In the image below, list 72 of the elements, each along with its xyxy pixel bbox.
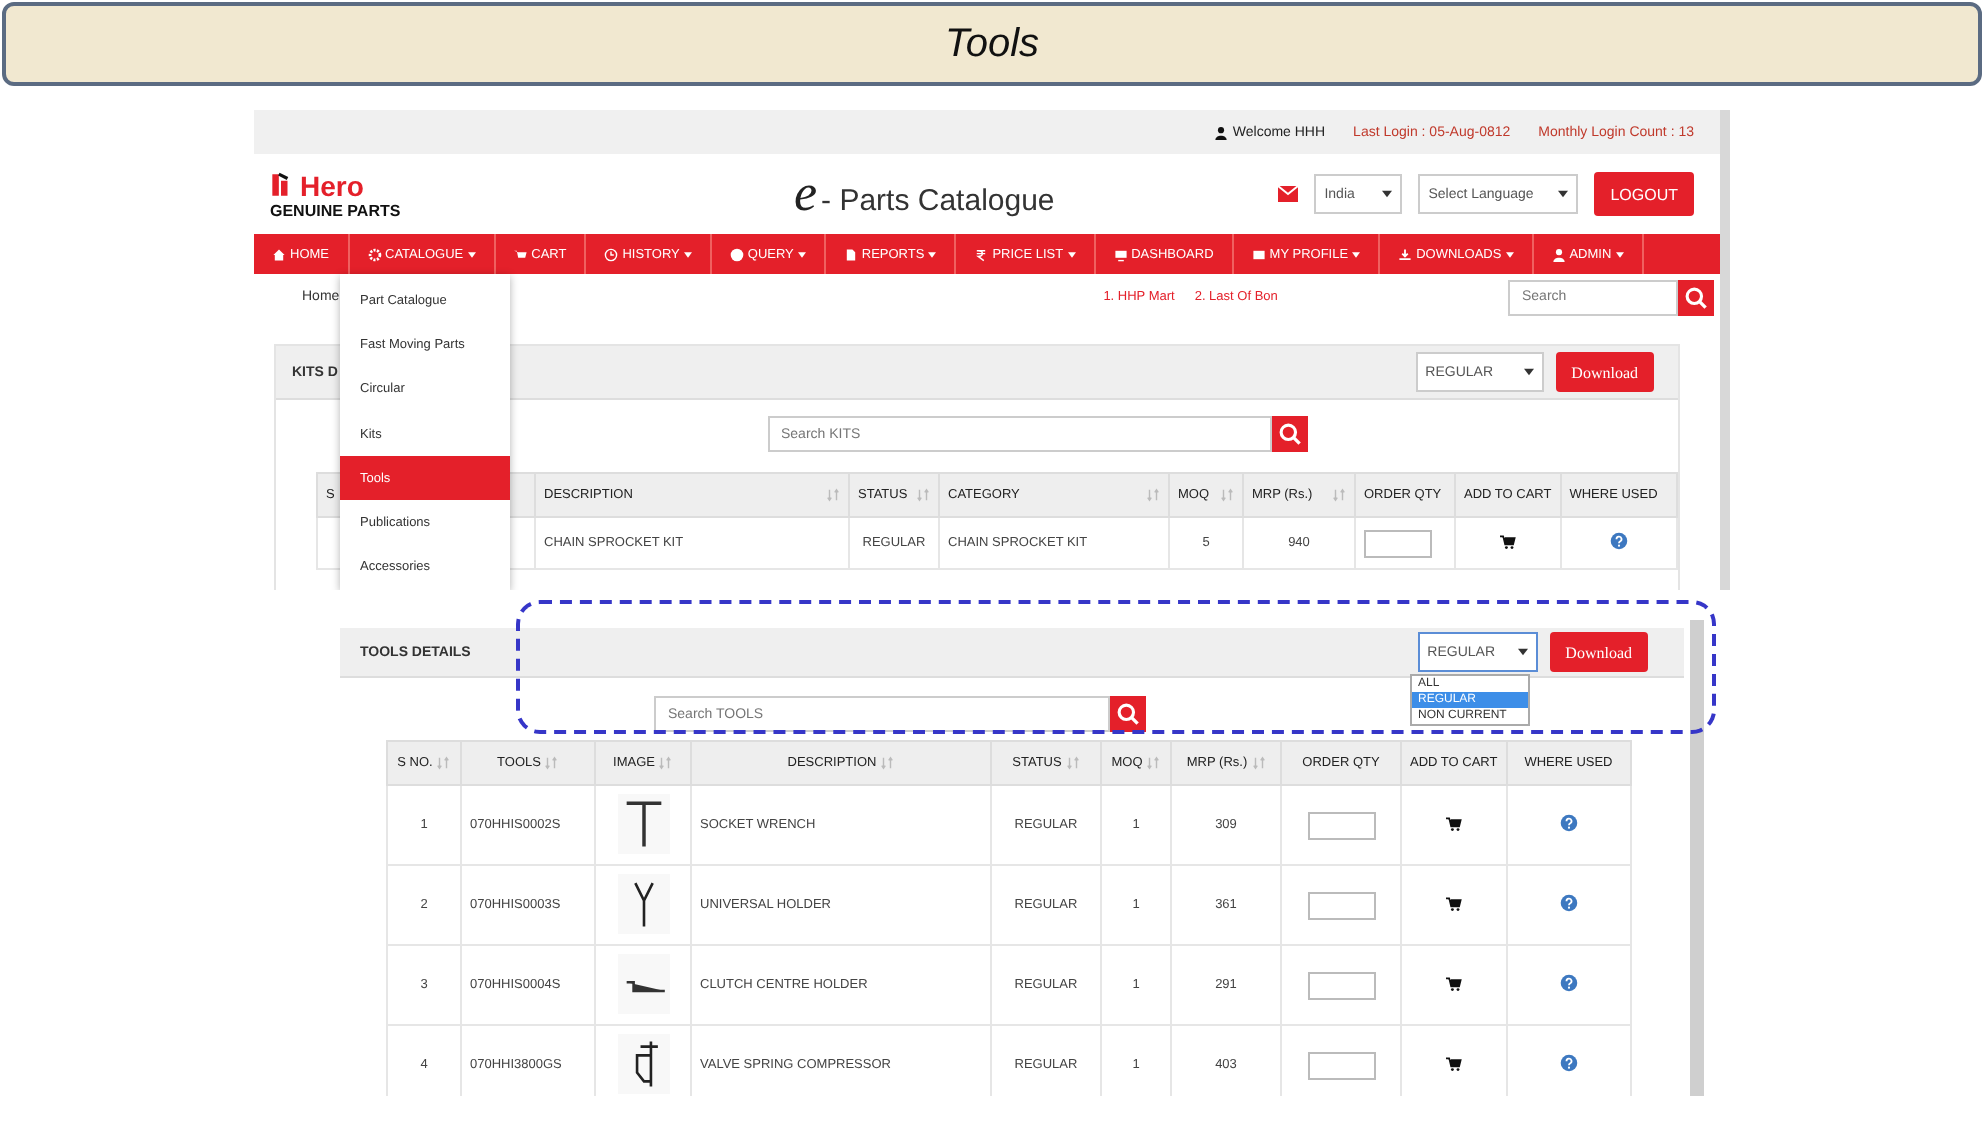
help-icon[interactable] — [1559, 814, 1578, 832]
sort-icon[interactable] — [1065, 756, 1080, 770]
caret-icon — [1615, 251, 1624, 257]
caret-icon — [1517, 648, 1528, 656]
user-icon — [1551, 247, 1566, 261]
monitor-icon — [1113, 247, 1128, 261]
help-icon[interactable] — [1559, 894, 1578, 912]
search-icon — [1116, 702, 1140, 726]
download-icon — [1398, 247, 1413, 261]
sort-icon[interactable] — [826, 488, 840, 502]
quantity-field[interactable] — [1307, 971, 1375, 999]
app-title: - Parts Catalogue — [821, 184, 1055, 218]
logo-mark-icon — [270, 172, 292, 198]
caret-icon — [928, 251, 937, 257]
cart-icon[interactable] — [1445, 975, 1462, 991]
title-mark: e — [794, 164, 818, 224]
sort-icon[interactable] — [544, 756, 559, 770]
search-button[interactable] — [1678, 279, 1714, 315]
download-button[interactable]: Download — [1555, 352, 1654, 392]
search-button[interactable] — [1110, 696, 1146, 732]
cart-icon — [513, 247, 528, 261]
quantity-field[interactable] — [1307, 811, 1375, 839]
rupee-icon — [974, 247, 989, 261]
clock-icon — [604, 247, 619, 261]
card-icon — [1251, 247, 1266, 261]
sort-icon[interactable] — [658, 756, 673, 770]
caret-icon — [683, 251, 692, 257]
logout-button[interactable]: LOGOUT — [1594, 172, 1694, 216]
search-button[interactable] — [1271, 416, 1307, 452]
quantity-field[interactable] — [1364, 529, 1432, 557]
download-button[interactable]: Download — [1549, 632, 1648, 672]
t-wrench-drawing — [617, 793, 669, 853]
caret-icon — [1382, 190, 1393, 198]
scrollbar[interactable] — [1690, 620, 1704, 1096]
document-icon — [843, 247, 858, 261]
brand-tagline: GENUINE PARTS — [270, 201, 403, 219]
sort-icon[interactable] — [1146, 756, 1161, 770]
help-icon[interactable] — [1559, 1054, 1578, 1072]
sort-icon[interactable] — [1220, 488, 1234, 502]
help-icon[interactable] — [1559, 974, 1578, 992]
cart-icon[interactable] — [1499, 533, 1516, 549]
user-icon — [1214, 125, 1229, 139]
home-icon — [272, 247, 286, 261]
brand-name: Hero — [300, 169, 364, 201]
search-icon — [1684, 285, 1708, 309]
quantity-field[interactable] — [1307, 1051, 1375, 1079]
caret-icon — [467, 251, 476, 257]
slide-title: Tools — [944, 21, 1040, 67]
gear-icon — [367, 247, 381, 261]
help-icon — [729, 247, 744, 261]
cart-icon[interactable] — [1445, 895, 1462, 911]
caret-icon — [797, 251, 806, 257]
caret-icon — [1523, 368, 1534, 376]
search-icon — [1277, 422, 1301, 446]
quantity-field[interactable] — [1307, 891, 1375, 919]
caret-icon — [1067, 251, 1076, 257]
sort-icon[interactable] — [880, 756, 895, 770]
sort-icon[interactable] — [1251, 756, 1266, 770]
cart-icon[interactable] — [1445, 1055, 1462, 1071]
caret-icon — [1352, 251, 1361, 257]
mail-icon[interactable] — [1278, 186, 1299, 202]
caret-icon — [1505, 251, 1514, 257]
fork-tool-drawing — [617, 873, 669, 933]
scrollbar[interactable] — [1720, 110, 1730, 590]
cart-icon[interactable] — [1445, 815, 1462, 831]
sort-icon[interactable] — [1146, 488, 1160, 502]
sort-icon[interactable] — [1332, 488, 1346, 502]
caret-icon — [1558, 190, 1569, 198]
sort-icon[interactable] — [916, 488, 930, 502]
sort-icon[interactable] — [436, 756, 451, 770]
help-icon[interactable] — [1609, 532, 1628, 550]
l-bar-tool-drawing — [617, 953, 669, 1013]
